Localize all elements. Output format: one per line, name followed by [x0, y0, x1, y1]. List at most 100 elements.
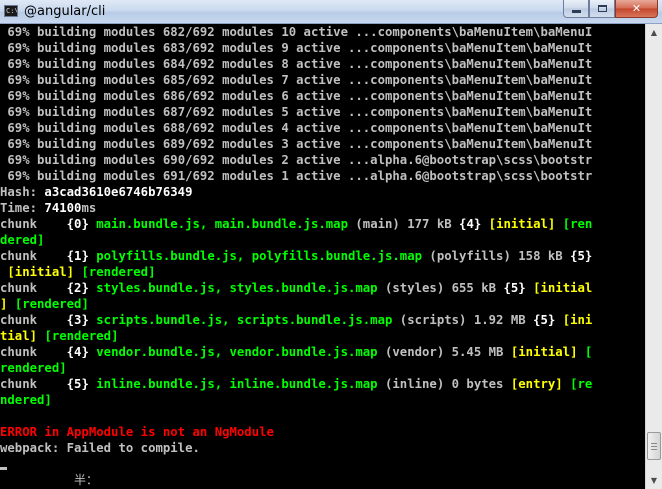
chunk-parent: {5}: [503, 281, 526, 295]
chunk-files: inline.bundle.js, inline.bundle.js.map: [88, 377, 378, 391]
chunk-line-wrap: dered]: [0, 232, 645, 248]
chunk-files: vendor.bundle.js, vendor.bundle.js.map: [88, 345, 378, 359]
chunk-id: {2}: [66, 281, 89, 295]
scroll-down-button[interactable]: ▼: [646, 472, 662, 489]
console-output[interactable]: 69% building modules 682/692 modules 10 …: [0, 24, 645, 489]
chunk-flags: [initial] [: [511, 345, 592, 359]
chunk-flags: [initial] [ren: [481, 217, 593, 231]
build-line: 69% building modules 684/692 modules 8 a…: [0, 56, 645, 72]
chunk-flags: [ini: [555, 313, 593, 327]
build-line: 69% building modules 683/692 modules 9 a…: [0, 40, 645, 56]
build-text: building modules 687/692 modules 5 activ…: [29, 105, 593, 119]
error-line: ERROR in AppModule is not an NgModule: [0, 425, 274, 439]
chunk-id: {5}: [66, 377, 89, 391]
chunk-parent: {4}: [459, 217, 482, 231]
hash-value: a3cad3610e6746b76349: [44, 185, 193, 199]
chunk-line: chunk {0} main.bundle.js, main.bundle.js…: [0, 216, 645, 232]
ime-indicator: 半：: [74, 473, 99, 487]
build-percent: 69%: [0, 73, 30, 87]
scroll-thumb[interactable]: [647, 432, 661, 460]
console-icon[interactable]: C:\: [4, 5, 18, 17]
build-line: 69% building modules 690/692 modules 2 a…: [0, 152, 645, 168]
chunk-id: {3}: [66, 313, 89, 327]
build-percent: 69%: [0, 25, 30, 39]
flag-fragment: [ini: [555, 313, 593, 327]
flag-fragment: rendered]: [0, 361, 67, 375]
webpack-status-line: webpack: Failed to compile.: [0, 441, 200, 455]
flag-fragment: [initial: [525, 281, 593, 295]
prompt-line[interactable]: [0, 456, 645, 472]
build-line: 69% building modules 691/692 modules 1 a…: [0, 168, 645, 184]
chunk-flags-wrap: ] [rendered]: [0, 297, 89, 311]
console-window: C:\ @angular/cli ✕ 69% building modules …: [0, 0, 662, 489]
title-bar[interactable]: C:\ @angular/cli ✕: [0, 0, 662, 24]
flag-fragment: [ren: [555, 217, 593, 231]
arrow-down-icon: ▼: [650, 475, 658, 485]
minimize-button[interactable]: [563, 0, 589, 18]
flag-fragment: [481, 217, 488, 231]
maximize-icon: [597, 5, 607, 12]
chunk-id: {1}: [66, 249, 89, 263]
build-percent: 69%: [0, 153, 30, 167]
flag-fragment: [rendered]: [44, 329, 119, 343]
build-text: building modules 685/692 modules 7 activ…: [29, 73, 593, 87]
chunk-parent: {5}: [533, 313, 556, 327]
build-percent: 69%: [0, 105, 30, 119]
grip-line: [651, 446, 657, 447]
scroll-up-button[interactable]: ▲: [646, 24, 662, 41]
chunk-prefix: chunk: [0, 249, 67, 263]
chunk-line-wrap: ] [rendered]: [0, 296, 645, 312]
chunk-meta: (styles) 655 kB: [377, 281, 504, 295]
chunk-flags-wrap: [initial] [rendered]: [0, 265, 156, 279]
chunk-line: chunk {2} styles.bundle.js, styles.bundl…: [0, 280, 645, 296]
chunk-flags-wrap: rendered]: [0, 361, 67, 375]
vertical-scrollbar[interactable]: ▲ ▼: [645, 24, 662, 489]
flag-fragment: [initial]: [7, 265, 75, 279]
flag-fragment: [entry]: [510, 377, 563, 391]
chunk-files: main.bundle.js, main.bundle.js.map: [88, 217, 348, 231]
chunk-meta: (inline) 0 bytes: [377, 377, 511, 391]
flag-fragment: [initial]: [510, 345, 578, 359]
hash-label: Hash:: [0, 185, 45, 199]
build-line: 69% building modules 687/692 modules 5 a…: [0, 104, 645, 120]
chunk-flags: [initial: [525, 281, 593, 295]
chunk-prefix: chunk: [0, 345, 67, 359]
chunk-prefix: chunk: [0, 313, 67, 327]
window-title: @angular/cli: [24, 4, 106, 19]
build-percent: 69%: [0, 137, 30, 151]
build-percent: 69%: [0, 57, 30, 71]
build-text: building modules 691/692 modules 1 activ…: [29, 169, 593, 183]
flag-fragment: tial]: [0, 329, 38, 343]
flag-fragment: [7, 297, 14, 311]
build-percent: 69%: [0, 89, 30, 103]
minimize-icon: [571, 10, 581, 13]
time-unit: ms: [81, 201, 97, 215]
chunk-id: {4}: [66, 345, 89, 359]
chunk-line: chunk {5} inline.bundle.js, inline.bundl…: [0, 376, 645, 392]
chunk-meta: (scripts) 1.92 MB: [392, 313, 534, 327]
flag-fragment: [rendered]: [81, 265, 156, 279]
build-progress-lines: 69% building modules 682/692 modules 10 …: [0, 24, 645, 184]
time-label: Time:: [0, 201, 45, 215]
chunk-line: chunk {4} vendor.bundle.js, vendor.bundl…: [0, 344, 645, 360]
chunk-meta: (vendor) 5.45 MB: [377, 345, 511, 359]
flag-fragment: dered]: [0, 233, 45, 247]
chunk-files: scripts.bundle.js, scripts.bundle.js.map: [88, 313, 393, 327]
build-line: 69% building modules 685/692 modules 7 a…: [0, 72, 645, 88]
flag-fragment: [re: [562, 377, 593, 391]
chunk-flags: [entry] [re: [511, 377, 592, 391]
chunk-prefix: chunk: [0, 377, 67, 391]
chunk-meta: (polyfills) 158 kB: [422, 249, 571, 263]
build-text: building modules 688/692 modules 4 activ…: [29, 121, 593, 135]
build-percent: 69%: [0, 41, 30, 55]
close-button[interactable]: ✕: [615, 0, 658, 18]
maximize-button[interactable]: [589, 0, 615, 18]
flag-fragment: ndered]: [0, 393, 52, 407]
chunk-line-wrap: [initial] [rendered]: [0, 264, 645, 280]
chunk-files: polyfills.bundle.js, polyfills.bundle.js…: [88, 249, 423, 263]
chunk-line-wrap: ndered]: [0, 392, 645, 408]
chunk-flags-wrap: ndered]: [0, 393, 52, 407]
build-text: building modules 689/692 modules 3 activ…: [29, 137, 593, 151]
time-line: Time: 74100ms: [0, 200, 645, 216]
